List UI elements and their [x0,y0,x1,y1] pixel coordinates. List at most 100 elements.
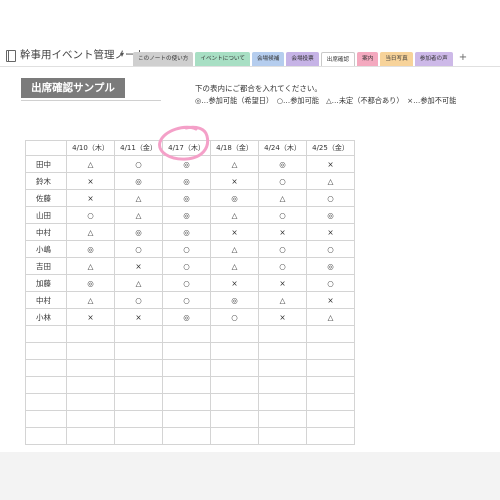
availability-cell[interactable]: ○ [258,206,307,224]
empty-cell[interactable] [258,376,307,394]
tab-0[interactable]: このノートの使い方 [133,52,194,66]
empty-cell[interactable] [210,393,259,411]
empty-cell[interactable] [306,410,355,428]
date-header[interactable]: 4/10（木） [66,140,115,156]
availability-cell[interactable]: ○ [162,291,211,309]
empty-cell[interactable] [162,410,211,428]
empty-cell[interactable] [210,376,259,394]
availability-cell[interactable]: ○ [210,308,259,326]
empty-cell[interactable] [66,342,115,360]
empty-cell[interactable] [114,376,163,394]
chevron-down-icon[interactable]: ▾ [120,50,124,59]
availability-cell[interactable]: ○ [66,206,115,224]
participant-name-cell[interactable]: 加藤 [25,274,67,292]
availability-cell[interactable]: △ [210,206,259,224]
empty-cell[interactable] [25,410,67,428]
empty-cell[interactable] [306,393,355,411]
availability-cell[interactable]: × [66,189,115,207]
availability-cell[interactable]: ○ [258,257,307,275]
empty-cell[interactable] [25,359,67,377]
empty-cell[interactable] [258,393,307,411]
tab-2[interactable]: 会場候補 [251,52,285,66]
empty-cell[interactable] [66,410,115,428]
availability-cell[interactable]: △ [114,274,163,292]
availability-cell[interactable]: × [66,308,115,326]
participant-name-cell[interactable]: 中村 [25,291,67,309]
empty-cell[interactable] [25,342,67,360]
add-tab-button[interactable]: + [455,52,471,66]
availability-cell[interactable]: ○ [258,172,307,190]
availability-cell[interactable]: ○ [306,189,355,207]
availability-cell[interactable]: ○ [162,240,211,258]
availability-cell[interactable]: △ [210,257,259,275]
empty-cell[interactable] [210,359,259,377]
availability-cell[interactable]: ◎ [66,240,115,258]
tab-7[interactable]: 参加者の声 [414,52,453,66]
participant-name-cell[interactable]: 小嶋 [25,240,67,258]
empty-cell[interactable] [306,359,355,377]
availability-cell[interactable]: △ [258,291,307,309]
empty-cell[interactable] [25,325,67,343]
empty-cell[interactable] [114,410,163,428]
tab-5[interactable]: 案内 [357,52,379,66]
availability-cell[interactable]: △ [306,308,355,326]
date-header[interactable]: 4/25（金） [306,140,355,156]
empty-cell[interactable] [25,427,67,445]
empty-cell[interactable] [25,376,67,394]
availability-cell[interactable]: △ [306,172,355,190]
empty-cell[interactable] [66,359,115,377]
empty-cell[interactable] [66,393,115,411]
empty-cell[interactable] [25,393,67,411]
availability-cell[interactable]: △ [66,257,115,275]
empty-cell[interactable] [114,342,163,360]
empty-cell[interactable] [210,342,259,360]
empty-cell[interactable] [306,376,355,394]
availability-cell[interactable]: △ [66,291,115,309]
participant-name-cell[interactable]: 吉田 [25,257,67,275]
availability-cell[interactable]: ◎ [114,223,163,241]
empty-cell[interactable] [306,427,355,445]
empty-cell[interactable] [66,325,115,343]
availability-cell[interactable]: × [306,223,355,241]
tab-3[interactable]: 会場投票 [286,52,319,66]
availability-cell[interactable]: × [258,274,307,292]
header-corner-cell[interactable] [25,140,67,156]
empty-cell[interactable] [114,393,163,411]
availability-cell[interactable]: ◎ [66,274,115,292]
tab-1[interactable]: イベントについて [195,52,250,66]
empty-cell[interactable] [210,427,259,445]
availability-cell[interactable]: ○ [162,274,211,292]
empty-cell[interactable] [114,427,163,445]
empty-cell[interactable] [306,342,355,360]
empty-cell[interactable] [258,359,307,377]
tab-4[interactable]: 出席確認 [320,52,356,66]
participant-name-cell[interactable]: 小林 [25,308,67,326]
availability-cell[interactable]: ◎ [210,189,259,207]
empty-cell[interactable] [162,393,211,411]
empty-cell[interactable] [258,410,307,428]
availability-cell[interactable]: △ [114,206,163,224]
availability-cell[interactable]: ◎ [162,172,211,190]
availability-cell[interactable]: × [306,155,355,173]
availability-cell[interactable]: △ [258,189,307,207]
availability-cell[interactable]: △ [66,223,115,241]
empty-cell[interactable] [66,427,115,445]
availability-cell[interactable]: × [306,291,355,309]
attendance-table[interactable]: 4/10（木） 4/11（金） 4/17（木） 4/18（金） 4/24（木） 4/25（… [25,140,355,445]
availability-cell[interactable]: × [258,308,307,326]
participant-name-cell[interactable]: 田中 [25,155,67,173]
availability-cell[interactable]: ◎ [258,155,307,173]
empty-cell[interactable] [114,325,163,343]
tab-6[interactable]: 当日写真 [380,52,413,66]
availability-cell[interactable]: ○ [306,274,355,292]
empty-cell[interactable] [66,376,115,394]
availability-cell[interactable]: ○ [162,257,211,275]
empty-cell[interactable] [162,427,211,445]
empty-cell[interactable] [114,359,163,377]
availability-cell[interactable]: △ [210,240,259,258]
participant-name-cell[interactable]: 中村 [25,223,67,241]
availability-cell[interactable]: ◎ [162,223,211,241]
availability-cell[interactable]: × [210,223,259,241]
empty-cell[interactable] [162,325,211,343]
availability-cell[interactable]: ◎ [210,291,259,309]
